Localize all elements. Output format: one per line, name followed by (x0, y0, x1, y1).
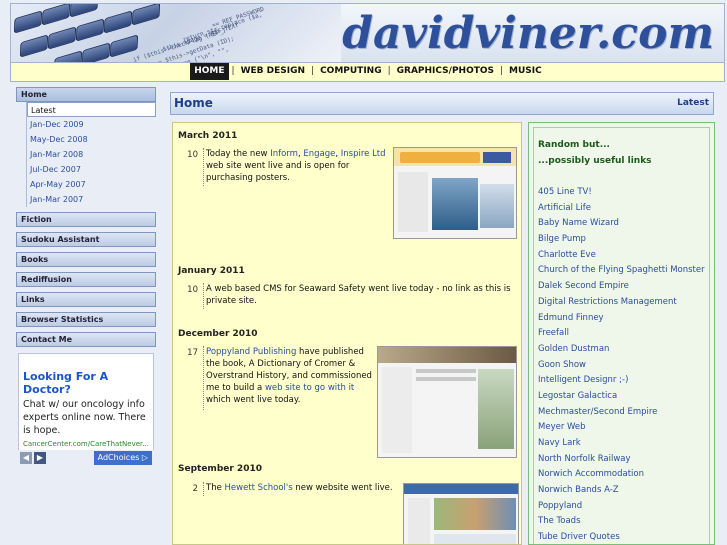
month-heading: March 2011 (178, 131, 238, 141)
adchoices-button[interactable]: AdChoices ▷ (93, 451, 152, 465)
left-sidebar: Home Latest Jan-Dec 2009 May-Dec 2008 Ja… (16, 87, 156, 347)
link-website-to-go-with-it[interactable]: web site to go with it (265, 383, 354, 393)
link-charlotte-eve[interactable]: Charlotte Eve (534, 248, 709, 264)
random-links-heading-2: ...possibly useful links (538, 156, 652, 166)
link-dalek-second-empire[interactable]: Dalek Second Empire (534, 279, 709, 295)
news-entry: Poppyland Publishing have published the … (203, 346, 375, 410)
link-north-norfolk-railway[interactable]: North Norfolk Railway (534, 452, 709, 468)
site-header: if ($this->checkFlag (REF_T $res = $this… (10, 3, 725, 63)
page-title: Home (174, 96, 213, 110)
link-hewett-school[interactable]: Hewett School's (225, 483, 293, 493)
adchoices-label: AdChoices (97, 453, 140, 462)
page: if ($this->checkFlag (REF_T $res = $this… (0, 0, 727, 545)
sidebar-item-jul-dec-2007[interactable]: Jul-Dec 2007 (27, 162, 156, 177)
hewett-school-website-thumbnail[interactable] (403, 483, 519, 544)
entry-text: new website went live. (292, 483, 393, 493)
sidebar-item-links[interactable]: Links (16, 292, 156, 307)
ad-prev-arrow-icon[interactable]: ◀ (20, 452, 32, 464)
link-freefall[interactable]: Freefall (534, 326, 709, 342)
nav-web-design[interactable]: WEB DESIGN (238, 63, 308, 80)
link-inform[interactable]: Inform (270, 149, 298, 159)
news-entry: A web based CMS for Seaward Safety went … (203, 283, 515, 309)
link-poppyland[interactable]: Poppyland (534, 499, 709, 515)
link-tube-driver-quotes[interactable]: Tube Driver Quotes (534, 530, 709, 544)
link-edmund-finney[interactable]: Edmund Finney (534, 311, 709, 327)
link-intelligent-designr[interactable]: Intelligent Designr ;-) (534, 373, 709, 389)
month-heading: September 2010 (178, 464, 262, 474)
link-the-toads[interactable]: The Toads (534, 514, 709, 530)
sidebar-item-rediffusion[interactable]: Rediffusion (16, 272, 156, 287)
sidebar-item-apr-may-2007[interactable]: Apr-May 2007 (27, 177, 156, 192)
main-latest-label: Latest (677, 98, 709, 108)
entry-text: web site went live and is open for purch… (206, 161, 350, 183)
month-heading: January 2011 (178, 266, 245, 276)
entry-text: Today the new (206, 149, 271, 159)
link-norwich-accommodation[interactable]: Norwich Accommodation (534, 467, 709, 483)
random-links-heading-1: Random but... (538, 140, 610, 150)
nav-home[interactable]: HOME (190, 63, 229, 80)
link-engage[interactable]: Engage (303, 149, 335, 159)
entry-day: 17 (187, 348, 198, 358)
ad-title[interactable]: Looking For A Doctor? (23, 370, 149, 396)
ad-body: Chat w/ our oncology info experts online… (23, 399, 146, 436)
site-logo[interactable]: davidviner.com (342, 8, 714, 59)
link-legostar-galactica[interactable]: Legostar Galactica (534, 389, 709, 405)
link-meyer-web[interactable]: Meyer Web (534, 420, 709, 436)
link-goon-show[interactable]: Goon Show (534, 358, 709, 374)
link-405-line-tv[interactable]: 405 Line TV! (534, 185, 709, 201)
news-column: March 2011 10 Today the new Inform, Enga… (172, 122, 522, 545)
link-inspire-ltd[interactable]: Inspire Ltd (341, 149, 386, 159)
sidebar-item-jan-mar-2007[interactable]: Jan-Mar 2007 (27, 192, 156, 207)
sidebar-submenu: Latest Jan-Dec 2009 May-Dec 2008 Jan-Mar… (26, 102, 156, 207)
link-navy-lark[interactable]: Navy Lark (534, 436, 709, 452)
sidebar-item-jan-mar-2008[interactable]: Jan-Mar 2008 (27, 147, 156, 162)
link-poppyland-publishing[interactable]: Poppyland Publishing (206, 347, 296, 357)
nav-separator: | (387, 66, 391, 76)
adchoices-triangle-icon: ▷ (141, 453, 148, 462)
entry-day: 10 (187, 285, 198, 295)
link-golden-dustman[interactable]: Golden Dustman (534, 342, 709, 358)
link-norwich-bands[interactable]: Norwich Bands A-Z (534, 483, 709, 499)
random-links-panel: Random but... ...possibly useful links 4… (528, 122, 715, 545)
sidebar-home[interactable]: Home (16, 87, 156, 102)
sidebar-item-latest[interactable]: Latest (27, 102, 156, 117)
link-baby-name-wizard[interactable]: Baby Name Wizard (534, 216, 709, 232)
main-header-bar: Home Latest (170, 92, 714, 115)
ad-url[interactable]: CancerCenter.com/CareThatNever... (23, 440, 149, 448)
entry-day: 2 (192, 484, 198, 494)
nav-music[interactable]: MUSIC (506, 63, 545, 80)
sidebar-item-books[interactable]: Books (16, 252, 156, 267)
link-mechmaster[interactable]: Mechmaster/Second Empire (534, 405, 709, 421)
sidebar-item-jan-dec-2009[interactable]: Jan-Dec 2009 (27, 117, 156, 132)
inform-website-thumbnail[interactable] (393, 147, 517, 239)
entry-text: which went live today. (206, 395, 301, 405)
month-heading: December 2010 (178, 329, 258, 339)
nav-graphics-photos[interactable]: GRAPHICS/PHOTOS (394, 63, 497, 80)
top-navigation: HOME | WEB DESIGN | COMPUTING | GRAPHICS/PHOTO… (10, 63, 725, 82)
random-links-list: 405 Line TV! Artificial Life Baby Name W… (534, 185, 709, 544)
nav-computing[interactable]: COMPUTING (317, 63, 385, 80)
sidebar-item-may-dec-2008[interactable]: May-Dec 2008 (27, 132, 156, 147)
entry-day: 10 (187, 150, 198, 160)
ad-controls: ◀ ▶ AdChoices ▷ (18, 450, 154, 466)
poppyland-website-thumbnail[interactable] (377, 346, 517, 458)
nav-separator: | (311, 66, 315, 76)
link-flying-spaghetti-monster[interactable]: Church of the Flying Spaghetti Monster (534, 263, 709, 279)
sidebar-item-sudoku-assistant[interactable]: Sudoku Assistant (16, 232, 156, 247)
ad-next-arrow-icon[interactable]: ▶ (34, 452, 46, 464)
news-entry: The Hewett School's new website went liv… (203, 482, 393, 496)
link-digital-restrictions-management[interactable]: Digital Restrictions Management (534, 295, 709, 311)
news-entry: Today the new Inform, Engage, Inspire Lt… (203, 148, 388, 186)
keyboard-banner-image: if ($this->checkFlag (REF_T $res = $this… (11, 4, 341, 62)
link-bilge-pump[interactable]: Bilge Pump (534, 232, 709, 248)
random-links-box: Random but... ...possibly useful links 4… (533, 127, 710, 544)
nav-separator: | (231, 66, 235, 76)
nav-separator: | (500, 66, 504, 76)
link-artificial-life[interactable]: Artificial Life (534, 201, 709, 217)
entry-text: The (206, 483, 225, 493)
sidebar-item-contact-me[interactable]: Contact Me (16, 332, 156, 347)
sidebar-item-fiction[interactable]: Fiction (16, 212, 156, 227)
sidebar-item-browser-statistics[interactable]: Browser Statistics (16, 312, 156, 327)
